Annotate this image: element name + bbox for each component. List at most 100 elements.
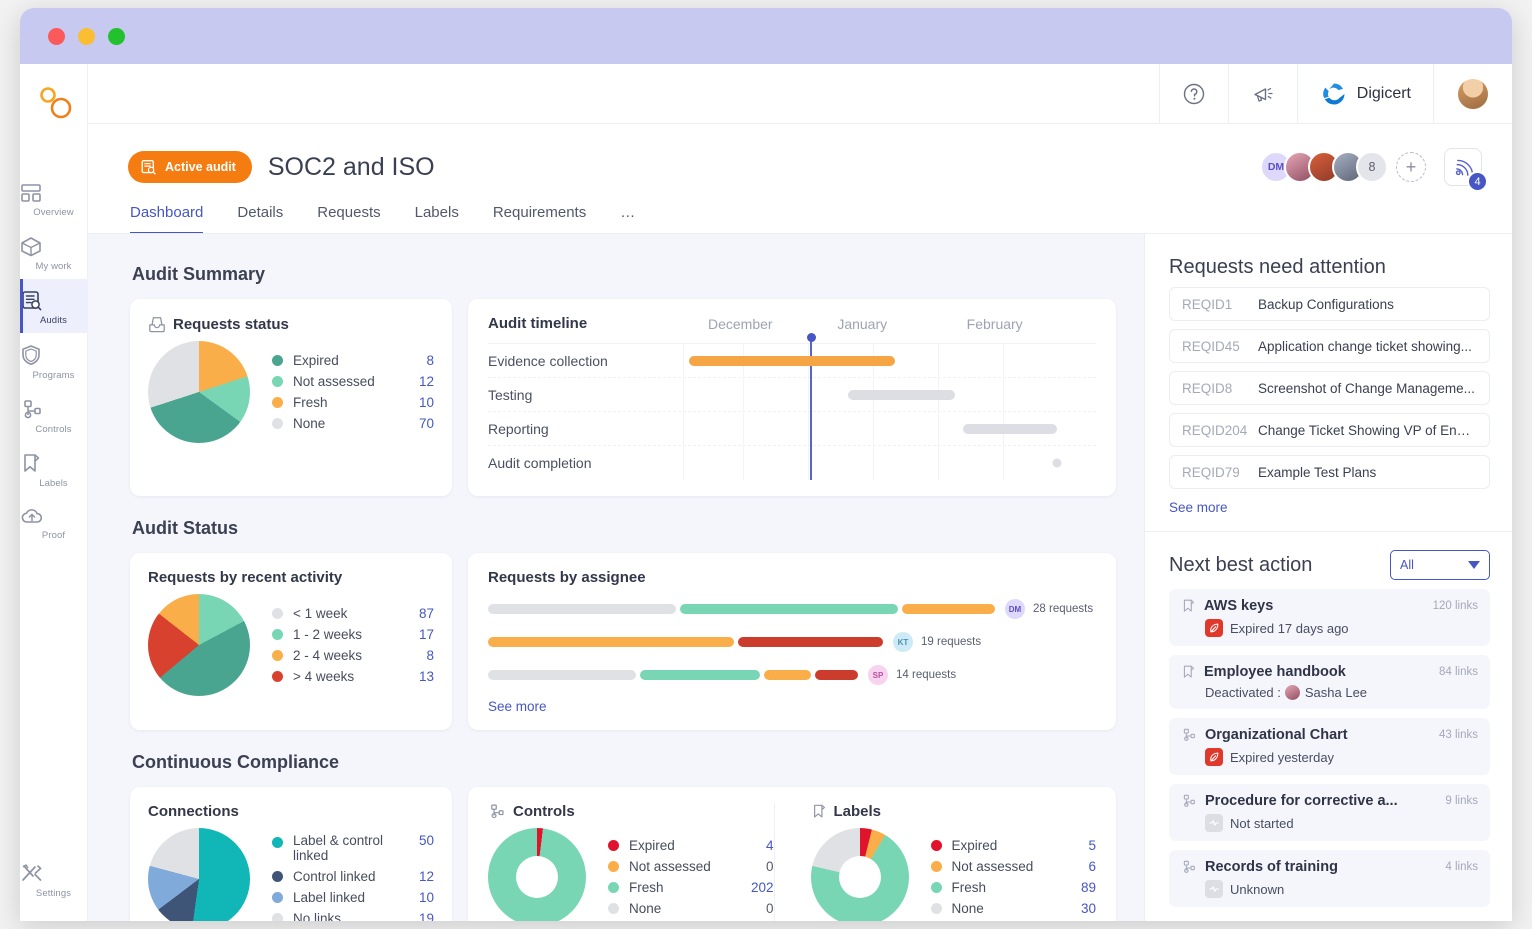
shield-icon	[21, 345, 40, 365]
sidebar-item-labels[interactable]: Labels	[20, 442, 88, 496]
window-titlebar	[20, 8, 1512, 64]
assignee-avatar[interactable]: SP	[868, 665, 888, 685]
sidebar-item-settings[interactable]: Settings	[20, 851, 88, 921]
request-name: Change Ticket Showing VP of Engi...	[1258, 422, 1477, 438]
legend-color-swatch	[272, 629, 283, 640]
pie-chart-recent-activity	[148, 594, 250, 696]
help-button[interactable]	[1158, 63, 1228, 124]
request-list-item[interactable]: REQID8 Screenshot of Change Manageme...	[1169, 371, 1490, 405]
bar-segment[interactable]	[488, 670, 636, 680]
active-audit-badge[interactable]: Active audit	[128, 151, 252, 183]
sidebar-item-label: Overview	[33, 207, 74, 218]
user-avatar[interactable]	[1433, 63, 1512, 124]
item-title: AWS keys	[1204, 598, 1274, 614]
pulse-icon	[1205, 814, 1223, 832]
assignee-avatar[interactable]: DM	[1005, 599, 1025, 619]
bar-segment[interactable]	[902, 604, 995, 614]
next-best-action-item[interactable]: Organizational Chart 43 links Expired ye…	[1169, 718, 1490, 775]
announcements-button[interactable]	[1227, 63, 1297, 124]
assignee-avatar[interactable]: KT	[893, 632, 913, 652]
collaborators: DM 8 + 4	[1260, 148, 1488, 192]
window-maximize-button[interactable]	[108, 27, 125, 45]
legend-color-swatch	[608, 882, 619, 893]
legend-color-swatch	[272, 891, 283, 903]
request-id: REQID8	[1182, 380, 1233, 396]
legend-item: < 1 week 87	[272, 603, 434, 624]
window-minimize-button[interactable]	[78, 27, 95, 45]
bar-segment[interactable]	[738, 637, 883, 647]
next-best-action-item[interactable]: Records of training 4 links Unknown	[1169, 850, 1490, 907]
bar-segment[interactable]	[488, 637, 734, 647]
avatar	[1284, 685, 1300, 700]
sidebar-item-label: Audits	[39, 315, 67, 326]
card-title: Requests status	[148, 315, 434, 333]
item-status: Expired 17 days ago	[1230, 620, 1349, 636]
tab-labels[interactable]: Labels	[415, 204, 459, 234]
leaf-icon	[1205, 748, 1223, 766]
donut-chart-controls	[488, 828, 586, 921]
node-tree-icon	[1183, 860, 1195, 873]
avatar-overflow-count[interactable]: 8	[1356, 151, 1388, 183]
next-best-action-item[interactable]: Procedure for corrective a... 9 links No…	[1169, 784, 1490, 841]
bookmark-icon	[1183, 599, 1195, 612]
see-more-requests-link[interactable]: See more	[1169, 500, 1490, 515]
bar-segment[interactable]	[815, 670, 858, 680]
sidebar-item-my-work[interactable]: My work	[20, 225, 88, 279]
see-more-assignees-link[interactable]: See more	[488, 699, 1096, 714]
legend-item: Not assessed 12	[272, 371, 434, 392]
card-requests-by-assignee: Requests by assignee DM 28 requests KT 1…	[468, 553, 1116, 730]
legend: Label & control linked 50 Control linked 1…	[272, 830, 434, 921]
page-title: SOC2 and ISO	[267, 152, 435, 181]
bar-segment[interactable]	[488, 604, 676, 614]
timeline-bar[interactable]	[963, 423, 1058, 434]
item-links-count: 4 links	[1445, 861, 1478, 873]
request-list-item[interactable]: REQID45 Application change ticket showin…	[1169, 329, 1490, 363]
assignee-total: 14 requests	[896, 669, 957, 681]
tab-more[interactable]: …	[620, 204, 635, 234]
next-best-action-item[interactable]: AWS keys 120 links Expired 17 days ago	[1169, 589, 1490, 646]
tab-details[interactable]: Details	[237, 204, 283, 234]
timeline-milestone[interactable]	[1052, 458, 1062, 468]
card-requests-recent-activity: Requests by recent activity < 1 week 87 1…	[130, 553, 452, 730]
bar-segment[interactable]	[764, 670, 811, 680]
sidebar-item-controls[interactable]: Controls	[20, 388, 88, 442]
tab-dashboard[interactable]: Dashboard	[130, 204, 204, 234]
next-best-action-item[interactable]: Employee handbook 84 links Deactivated :…	[1169, 655, 1490, 709]
add-collaborator-button[interactable]: +	[1396, 152, 1426, 182]
timeline-body: Evidence collection Testing Reporting Au…	[488, 333, 1096, 480]
brand-logo[interactable]: Digicert	[1296, 63, 1433, 124]
axis-tick-label: December	[708, 315, 773, 332]
request-list-item[interactable]: REQID79 Example Test Plans	[1169, 455, 1490, 489]
timeline-row: Reporting	[488, 412, 1096, 446]
legend-color-swatch	[272, 912, 283, 921]
tab-requirements[interactable]: Requirements	[493, 204, 586, 234]
legend-item: Expired 4	[608, 835, 774, 856]
timeline-bar[interactable]	[847, 389, 955, 400]
sidebar-item-overview[interactable]: Overview	[20, 172, 88, 225]
broadcast-button[interactable]: 4	[1444, 148, 1488, 192]
bar-segment[interactable]	[680, 604, 898, 614]
sidebar-item-audits[interactable]: Audits	[20, 279, 88, 333]
donut-section-controls: Controls Expired 4 Not assessed 0 Fresh 202	[488, 803, 774, 921]
pulse-icon	[1205, 880, 1223, 898]
legend-color-swatch	[272, 608, 283, 619]
legend: < 1 week 87 1 - 2 weeks 17 2 - 4 weeks 8 > …	[272, 603, 434, 687]
panel-title-next-best-action: Next best action	[1169, 553, 1313, 576]
window-close-button[interactable]	[48, 27, 65, 45]
sidebar-item-programs[interactable]: Programs	[20, 333, 88, 388]
item-title: Employee handbook	[1204, 664, 1346, 680]
next-best-action-filter-select[interactable]: All	[1390, 550, 1490, 580]
request-name: Example Test Plans	[1258, 464, 1377, 480]
legend-item: Not assessed 0	[608, 856, 774, 877]
item-status: Not started	[1230, 815, 1294, 831]
assignee-row: SP 14 requests	[488, 665, 1096, 685]
tools-icon	[21, 864, 42, 881]
request-list-item[interactable]: REQID204 Change Ticket Showing VP of Eng…	[1169, 413, 1490, 447]
request-list-item[interactable]: REQID1 Backup Configurations	[1169, 287, 1490, 321]
bar-segment[interactable]	[640, 670, 760, 680]
timeline-bar[interactable]	[689, 355, 895, 366]
sidebar-item-proof[interactable]: Proof	[20, 496, 88, 548]
axis-tick-label: January	[837, 315, 888, 332]
donut-chart-labels	[810, 828, 909, 921]
tab-requests[interactable]: Requests	[317, 204, 380, 234]
